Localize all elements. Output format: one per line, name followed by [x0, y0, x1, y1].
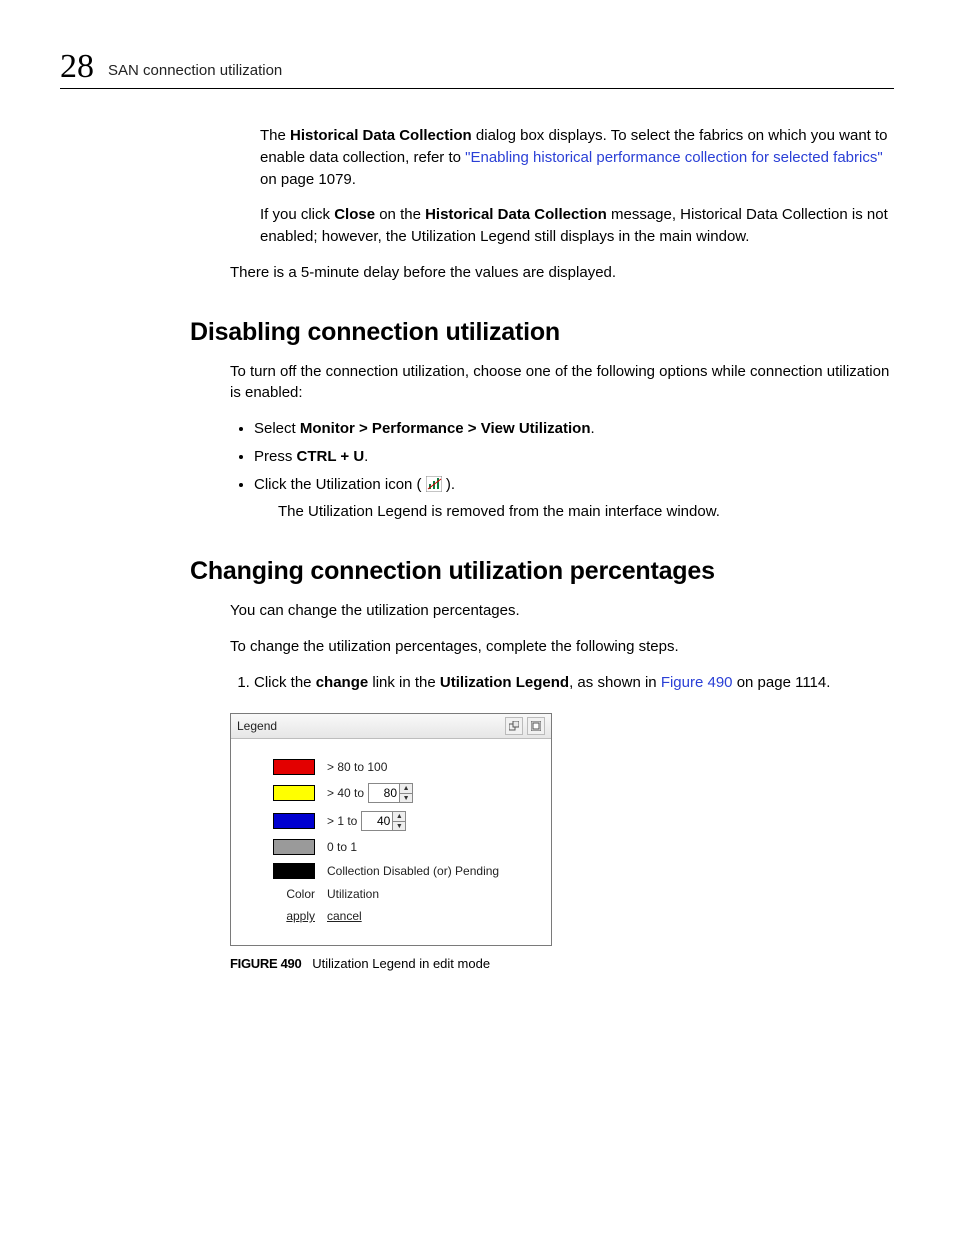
- legend-swatch-cell: [245, 785, 327, 801]
- intro-p3: There is a 5-minute delay before the val…: [230, 262, 894, 284]
- legend-threshold-input[interactable]: [369, 784, 399, 802]
- legend-label: > 1 to: [327, 814, 357, 828]
- legend-row: Collection Disabled (or) Pending: [245, 863, 537, 879]
- intro-p2: If you click Close on the Historical Dat…: [260, 204, 894, 248]
- legend-color-header: Color: [245, 887, 327, 901]
- text: Click the Utilization icon (: [254, 476, 422, 493]
- legend-swatch-cell: [245, 839, 327, 855]
- spinner-down-icon[interactable]: ▼: [400, 794, 412, 803]
- legend-row: > 80 to 100: [245, 759, 537, 775]
- legend-label: > 40 to: [327, 786, 364, 800]
- disabling-after: The Utilization Legend is removed from t…: [278, 501, 894, 523]
- text: .: [364, 448, 368, 465]
- legend-swatch-cell: [245, 759, 327, 775]
- legend-action-row: apply cancel: [245, 909, 537, 923]
- spinner-up-icon[interactable]: ▲: [393, 812, 405, 822]
- text: If you click: [260, 206, 334, 223]
- text: The: [260, 127, 290, 144]
- disabling-item-monitor: Select Monitor > Performance > View Util…: [254, 418, 894, 440]
- text: Click the: [254, 674, 316, 691]
- legend-threshold-input[interactable]: [362, 812, 392, 830]
- legend-color-swatch: [273, 863, 315, 879]
- page-header: 28 SAN connection utilization: [60, 50, 894, 89]
- bold-text: CTRL + U: [297, 448, 365, 465]
- text: on the: [375, 206, 425, 223]
- bold-text: Historical Data Collection: [290, 127, 472, 144]
- disabling-item-ctrl-u: Press CTRL + U.: [254, 446, 894, 468]
- spinner-up-icon[interactable]: ▲: [400, 784, 412, 794]
- legend-util-header: Utilization: [327, 887, 537, 901]
- legend-label-cell: Collection Disabled (or) Pending: [327, 864, 537, 878]
- disabling-item-icon: Click the Utilization icon ( ). The Util…: [254, 474, 894, 524]
- utilization-icon: [422, 476, 446, 493]
- legend-label: Collection Disabled (or) Pending: [327, 864, 499, 878]
- figure-caption: FIGURE 490 Utilization Legend in edit mo…: [230, 956, 894, 971]
- heading-changing: Changing connection utilization percenta…: [190, 557, 894, 586]
- link-figure-490[interactable]: Figure 490: [661, 674, 733, 691]
- legend-swatch-cell: [245, 813, 327, 829]
- legend-threshold-spinner[interactable]: ▲▼: [361, 811, 406, 831]
- disabling-list: Select Monitor > Performance > View Util…: [230, 418, 894, 523]
- legend-dock-icon[interactable]: [527, 717, 545, 735]
- text: Press: [254, 448, 297, 465]
- figure-label: FIGURE 490: [230, 956, 301, 971]
- chapter-number: 28: [60, 50, 94, 84]
- legend-label-cell: > 40 to ▲▼: [327, 783, 537, 803]
- bold-text: Close: [334, 206, 375, 223]
- legend-threshold-spinner[interactable]: ▲▼: [368, 783, 413, 803]
- intro-p1: The Historical Data Collection dialog bo…: [260, 125, 894, 190]
- changing-step-1: Click the change link in the Utilization…: [254, 672, 894, 694]
- text: , as shown in: [569, 674, 661, 691]
- spinner-down-icon[interactable]: ▼: [393, 822, 405, 831]
- legend-row: > 1 to ▲▼: [245, 811, 537, 831]
- bold-text: change: [316, 674, 369, 691]
- legend-detach-icon[interactable]: [505, 717, 523, 735]
- legend-label: > 80 to 100: [327, 760, 387, 774]
- text: link in the: [368, 674, 440, 691]
- legend-body: > 80 to 100> 40 to▲▼> 1 to▲▼0 to 1Collec…: [231, 739, 551, 945]
- legend-color-swatch: [273, 759, 315, 775]
- legend-label-cell: > 1 to ▲▼: [327, 811, 537, 831]
- legend-swatch-cell: [245, 863, 327, 879]
- text: on page 1114.: [733, 674, 831, 691]
- section-title: SAN connection utilization: [108, 62, 282, 79]
- heading-disabling: Disabling connection utilization: [190, 318, 894, 347]
- legend-row: 0 to 1: [245, 839, 537, 855]
- utilization-legend-panel: Legend > 80 to 100> 40 to▲▼> 1 to▲▼0 to …: [230, 713, 552, 946]
- legend-header-row: ColorUtilization: [245, 887, 537, 901]
- legend-color-swatch: [273, 839, 315, 855]
- link-enabling-historical[interactable]: "Enabling historical performance collect…: [465, 149, 883, 166]
- legend-color-swatch: [273, 813, 315, 829]
- legend-label-cell: > 80 to 100: [327, 760, 537, 774]
- legend-label: 0 to 1: [327, 840, 357, 854]
- legend-title-text: Legend: [237, 719, 277, 733]
- legend-cancel-link[interactable]: cancel: [327, 909, 362, 923]
- legend-apply-link[interactable]: apply: [286, 909, 315, 923]
- text: Select: [254, 420, 300, 437]
- legend-titlebar: Legend: [231, 714, 551, 739]
- legend-label-cell: 0 to 1: [327, 840, 537, 854]
- changing-p1: You can change the utilization percentag…: [230, 600, 894, 622]
- changing-steps: Click the change link in the Utilization…: [230, 672, 894, 694]
- text: .: [590, 420, 594, 437]
- disabling-intro: To turn off the connection utilization, …: [230, 361, 894, 405]
- legend-row: > 40 to ▲▼: [245, 783, 537, 803]
- changing-p2: To change the utilization percentages, c…: [230, 636, 894, 658]
- bold-text: Historical Data Collection: [425, 206, 607, 223]
- intro-block: The Historical Data Collection dialog bo…: [260, 125, 894, 248]
- bold-text: Monitor > Performance > View Utilization: [300, 420, 591, 437]
- text: ).: [446, 476, 455, 493]
- bold-text: Utilization Legend: [440, 674, 569, 691]
- text: on page 1079.: [260, 171, 356, 188]
- figure-caption-text: Utilization Legend in edit mode: [312, 956, 490, 971]
- legend-color-swatch: [273, 785, 315, 801]
